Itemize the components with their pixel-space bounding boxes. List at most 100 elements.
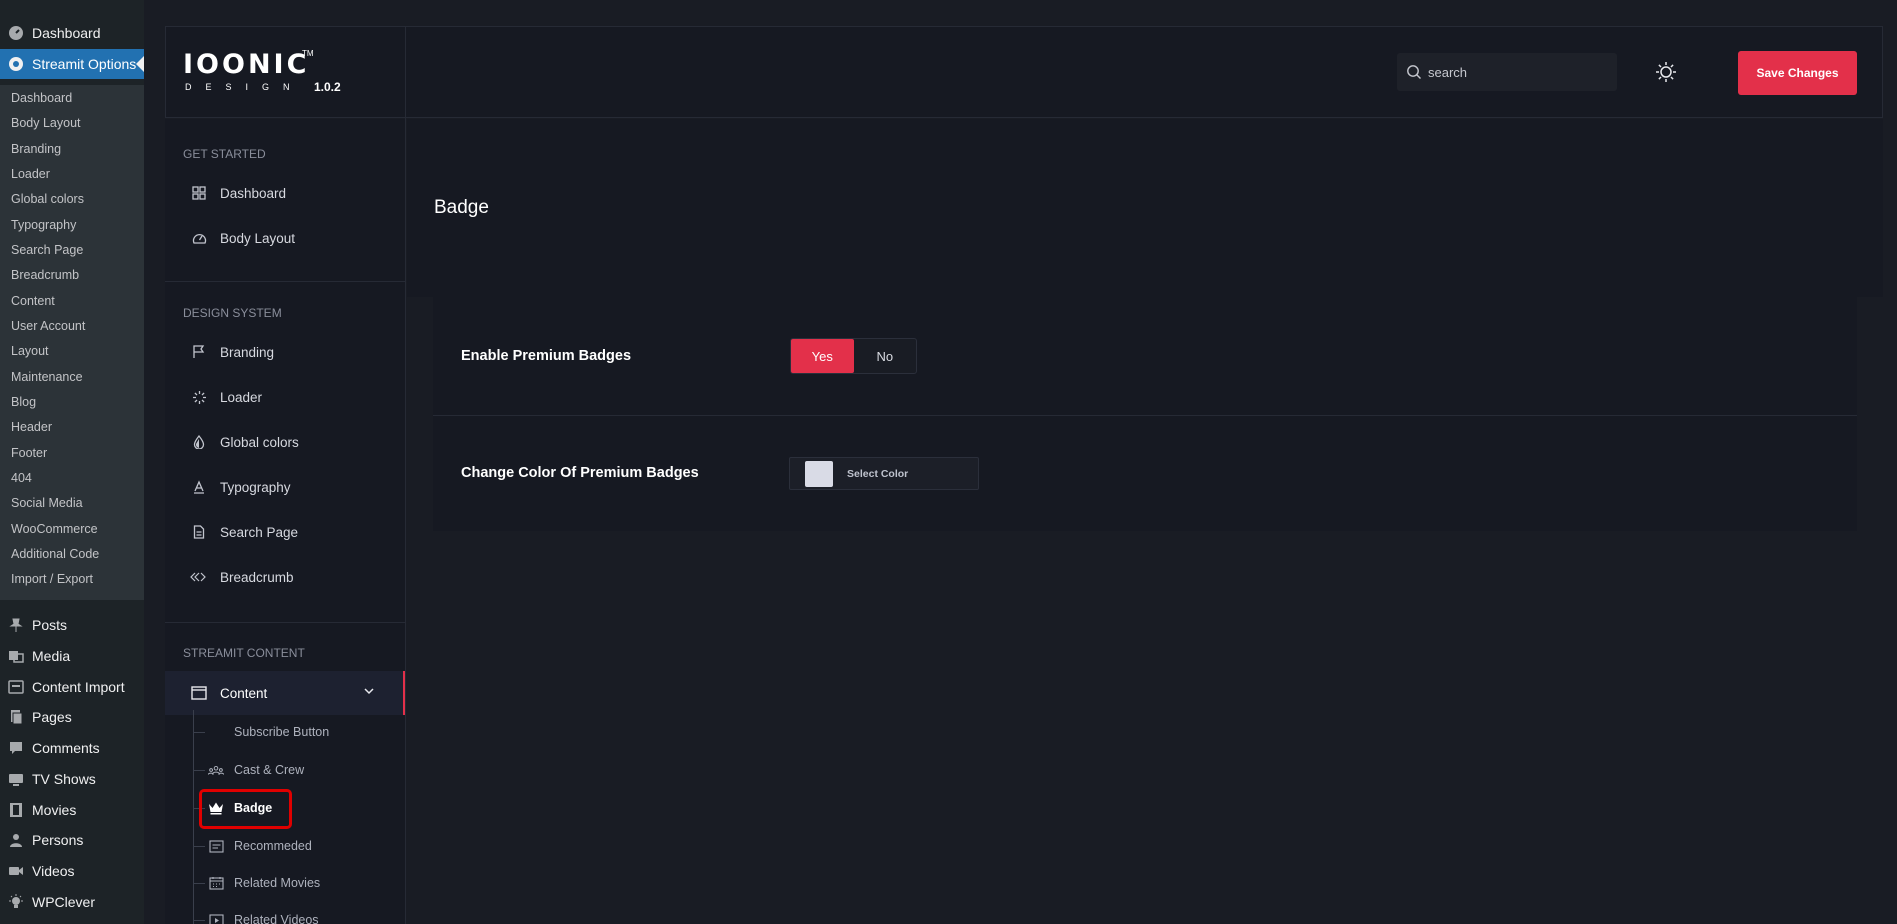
search-icon: [1406, 64, 1422, 80]
section-label-get-started: GET STARTED: [183, 147, 266, 161]
wp-menu-label: Movies: [32, 802, 77, 818]
wp-sub-item-loader[interactable]: Loader: [11, 167, 50, 181]
wp-sub-item-breadcrumb[interactable]: Breadcrumb: [11, 268, 79, 282]
gauge-icon: [8, 25, 24, 41]
wp-menu-label: Content Import: [32, 679, 125, 695]
nav-label: Typography: [220, 479, 291, 495]
blank-icon: [208, 724, 224, 740]
wp-sub-item-user-account[interactable]: User Account: [11, 319, 85, 333]
wp-menu-label: Videos: [32, 863, 75, 879]
wp-menu-persons[interactable]: Persons: [0, 825, 144, 855]
wp-menu-media[interactable]: Media: [0, 641, 144, 671]
wp-menu-movies[interactable]: Movies: [0, 795, 144, 825]
bulb-icon: [8, 894, 24, 910]
wp-sub-item-404[interactable]: 404: [11, 471, 32, 485]
wp-sub-item-layout[interactable]: Layout: [11, 344, 49, 358]
wp-sub-item-search-page[interactable]: Search Page: [11, 243, 83, 257]
save-changes-button[interactable]: Save Changes: [1738, 51, 1857, 95]
wp-sub-item-footer[interactable]: Footer: [11, 446, 47, 460]
color-swatch[interactable]: [805, 460, 833, 487]
document-icon: [190, 523, 208, 541]
wp-menu-posts[interactable]: Posts: [0, 610, 144, 640]
pin-icon: [8, 617, 24, 633]
typography-icon: [190, 478, 208, 496]
subnav-label: Related Movies: [234, 876, 321, 890]
nav-item-branding[interactable]: Branding: [165, 333, 405, 371]
wp-sub-item-additional-code[interactable]: Additional Code: [11, 547, 99, 561]
loader-icon: [190, 388, 208, 406]
media-icon: [8, 648, 24, 664]
play-icon: [208, 912, 224, 924]
theme-toggle-button[interactable]: [1652, 58, 1680, 86]
subnav-label: Subscribe Button: [234, 725, 330, 739]
nav-label: Branding: [220, 344, 275, 360]
wp-menu-streamit-options[interactable]: Streamit Options: [0, 49, 144, 79]
nav-item-global-colors[interactable]: Global colors: [165, 423, 405, 461]
wp-sub-item-dashboard[interactable]: Dashboard: [11, 91, 72, 105]
subnav-label: Cast & Crew: [234, 763, 305, 777]
nav-item-content[interactable]: Content: [165, 671, 405, 715]
wp-sub-item-global-colors[interactable]: Global colors: [11, 192, 84, 206]
film-icon: [8, 802, 24, 818]
wp-sub-item-content[interactable]: Content: [11, 294, 55, 308]
wp-menu-dashboard[interactable]: Dashboard: [0, 18, 144, 48]
enable-premium-badges-label: Enable Premium Badges: [461, 348, 632, 364]
wp-sub-item-import-export[interactable]: Import / Export: [11, 572, 93, 586]
wp-menu-label: Posts: [32, 617, 68, 633]
premium-badges-toggle: Yes No: [790, 338, 917, 374]
nav-item-dashboard[interactable]: Dashboard: [165, 174, 405, 212]
wp-menu-pages[interactable]: Pages: [0, 702, 144, 732]
comment-icon: [8, 740, 24, 756]
settings-panel: Enable Premium Badges Yes No Change Colo…: [433, 297, 1857, 531]
chevron-down-icon: [363, 685, 375, 697]
card-icon: [208, 838, 224, 854]
grid-icon: [190, 184, 208, 202]
nav-item-body-layout[interactable]: Body Layout: [165, 219, 405, 257]
wp-sub-item-header[interactable]: Header: [11, 420, 52, 434]
wp-menu-tv-shows[interactable]: TV Shows: [0, 764, 144, 794]
color-picker[interactable]: Select Color: [789, 457, 979, 490]
wp-sub-item-social-media[interactable]: Social Media: [11, 496, 83, 510]
wp-menu-wpclever[interactable]: WPClever: [0, 887, 144, 917]
wp-sub-item-woocommerce[interactable]: WooCommerce: [11, 522, 98, 536]
search-box: [1397, 53, 1617, 91]
change-color-label: Change Color Of Premium Badges: [461, 465, 699, 481]
subnav-label: Related Videos: [234, 913, 319, 924]
highlight-box: [199, 789, 292, 829]
wp-sub-item-blog[interactable]: Blog: [11, 395, 36, 409]
subnav-item-related-movies[interactable]: Related Movies: [193, 868, 393, 898]
yes-button[interactable]: Yes: [791, 339, 854, 373]
section-label-streamit-content: STREAMIT CONTENT: [183, 646, 305, 660]
divider: [433, 415, 1857, 416]
section-label-design-system: DESIGN SYSTEM: [183, 306, 282, 320]
nav-item-loader[interactable]: Loader: [165, 378, 405, 416]
nav-item-typography[interactable]: Typography: [165, 468, 405, 506]
nav-item-search-page[interactable]: Search Page: [165, 513, 405, 551]
wp-sub-item-body-layout[interactable]: Body Layout: [11, 116, 81, 130]
wp-menu-content-import[interactable]: Content Import: [0, 672, 144, 702]
subnav-item-subscribe-button[interactable]: Subscribe Button: [193, 717, 393, 747]
wp-menu-videos[interactable]: Videos: [0, 856, 144, 886]
calendar-icon: [208, 875, 224, 891]
logo-tm: TM: [302, 49, 314, 58]
nav-item-breadcrumb[interactable]: Breadcrumb: [165, 558, 405, 596]
wp-menu-label: Comments: [32, 740, 100, 756]
subnav-item-related-videos[interactable]: Related Videos: [193, 905, 393, 924]
search-input[interactable]: [1428, 64, 1598, 80]
no-button[interactable]: No: [854, 339, 917, 373]
wp-sub-item-typography[interactable]: Typography: [11, 218, 76, 232]
wp-menu-comments[interactable]: Comments: [0, 733, 144, 763]
nav-label: Search Page: [220, 524, 299, 540]
import-icon: [8, 679, 24, 695]
page-title: Badge: [434, 197, 489, 218]
wp-sub-item-maintenance[interactable]: Maintenance: [11, 370, 83, 384]
wp-menu-label: Pages: [32, 709, 72, 725]
logo-sub: DESIGN: [185, 82, 304, 92]
subnav-item-recommeded[interactable]: Recommeded: [193, 831, 393, 861]
wp-menu-label: Persons: [32, 832, 84, 848]
wp-menu-label: WPClever: [32, 894, 96, 910]
wp-sub-item-branding[interactable]: Branding: [11, 142, 61, 156]
person-icon: [8, 832, 24, 848]
subnav-item-cast-crew[interactable]: Cast & Crew: [193, 755, 393, 785]
pages-icon: [8, 709, 24, 725]
